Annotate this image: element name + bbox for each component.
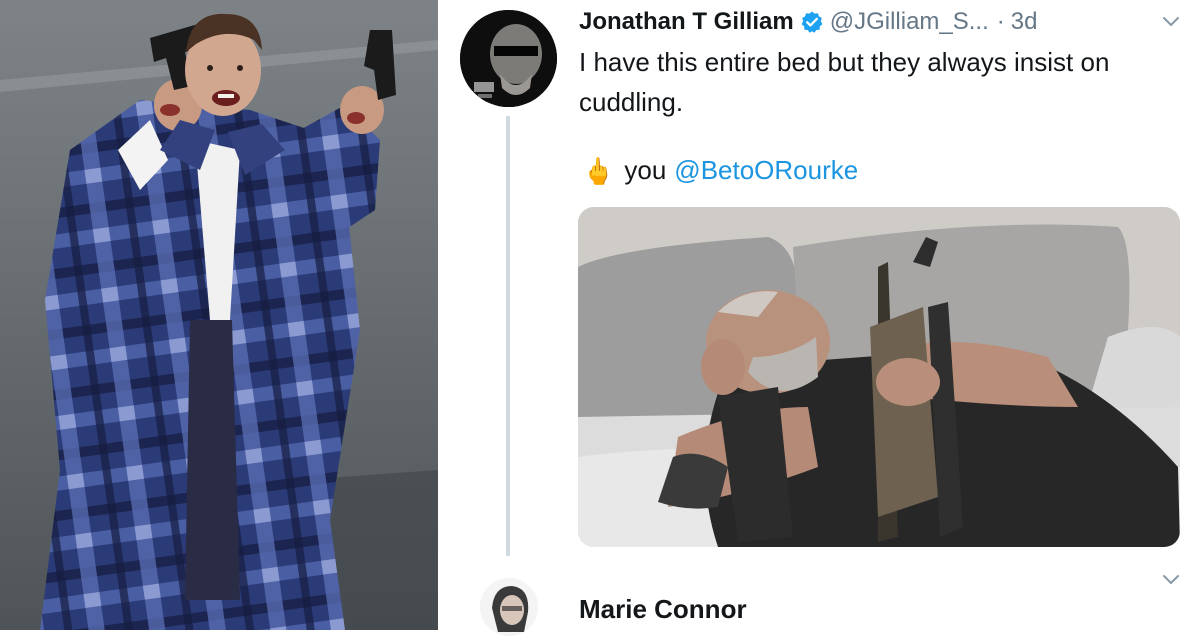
author-name[interactable]: Jonathan T Gilliam <box>579 8 794 36</box>
man-sleeping-with-rifles-image <box>578 207 1180 547</box>
tweet-media[interactable] <box>578 207 1180 547</box>
thread-line <box>506 116 510 556</box>
tweet-timestamp[interactable]: 3d <box>1011 8 1038 36</box>
left-photo <box>0 0 438 630</box>
reply-author-name[interactable]: Marie Connor <box>579 594 747 625</box>
avatar-image <box>460 10 557 107</box>
chevron-down-icon[interactable] <box>1160 568 1182 590</box>
verified-badge-icon <box>800 10 824 34</box>
mention-link[interactable]: @BetoORourke <box>674 155 858 186</box>
tweet-text: I have this entire bed but they always i… <box>579 47 1110 117</box>
author-avatar[interactable] <box>460 10 557 107</box>
tweet-card[interactable]: Jonathan T Gilliam @JGilliam_S... · 3d I… <box>444 0 1200 636</box>
reply-author-avatar[interactable] <box>480 578 538 636</box>
chevron-down-icon[interactable] <box>1160 10 1182 32</box>
tweet-header: Jonathan T Gilliam @JGilliam_S... · 3d <box>579 6 1037 38</box>
reply-avatar-image <box>480 578 538 636</box>
man-in-robe-with-pistols-image <box>0 0 438 630</box>
tweet-reply-line: 🖕 you @BetoORourke <box>582 155 858 186</box>
author-handle[interactable]: @JGilliam_S... <box>830 8 989 36</box>
separator-dot: · <box>996 8 1005 35</box>
middle-finger-emoji-icon: 🖕 <box>582 155 615 186</box>
next-reply-tweet[interactable]: Marie Connor <box>444 564 1200 636</box>
reply-prefix: you <box>624 155 667 185</box>
